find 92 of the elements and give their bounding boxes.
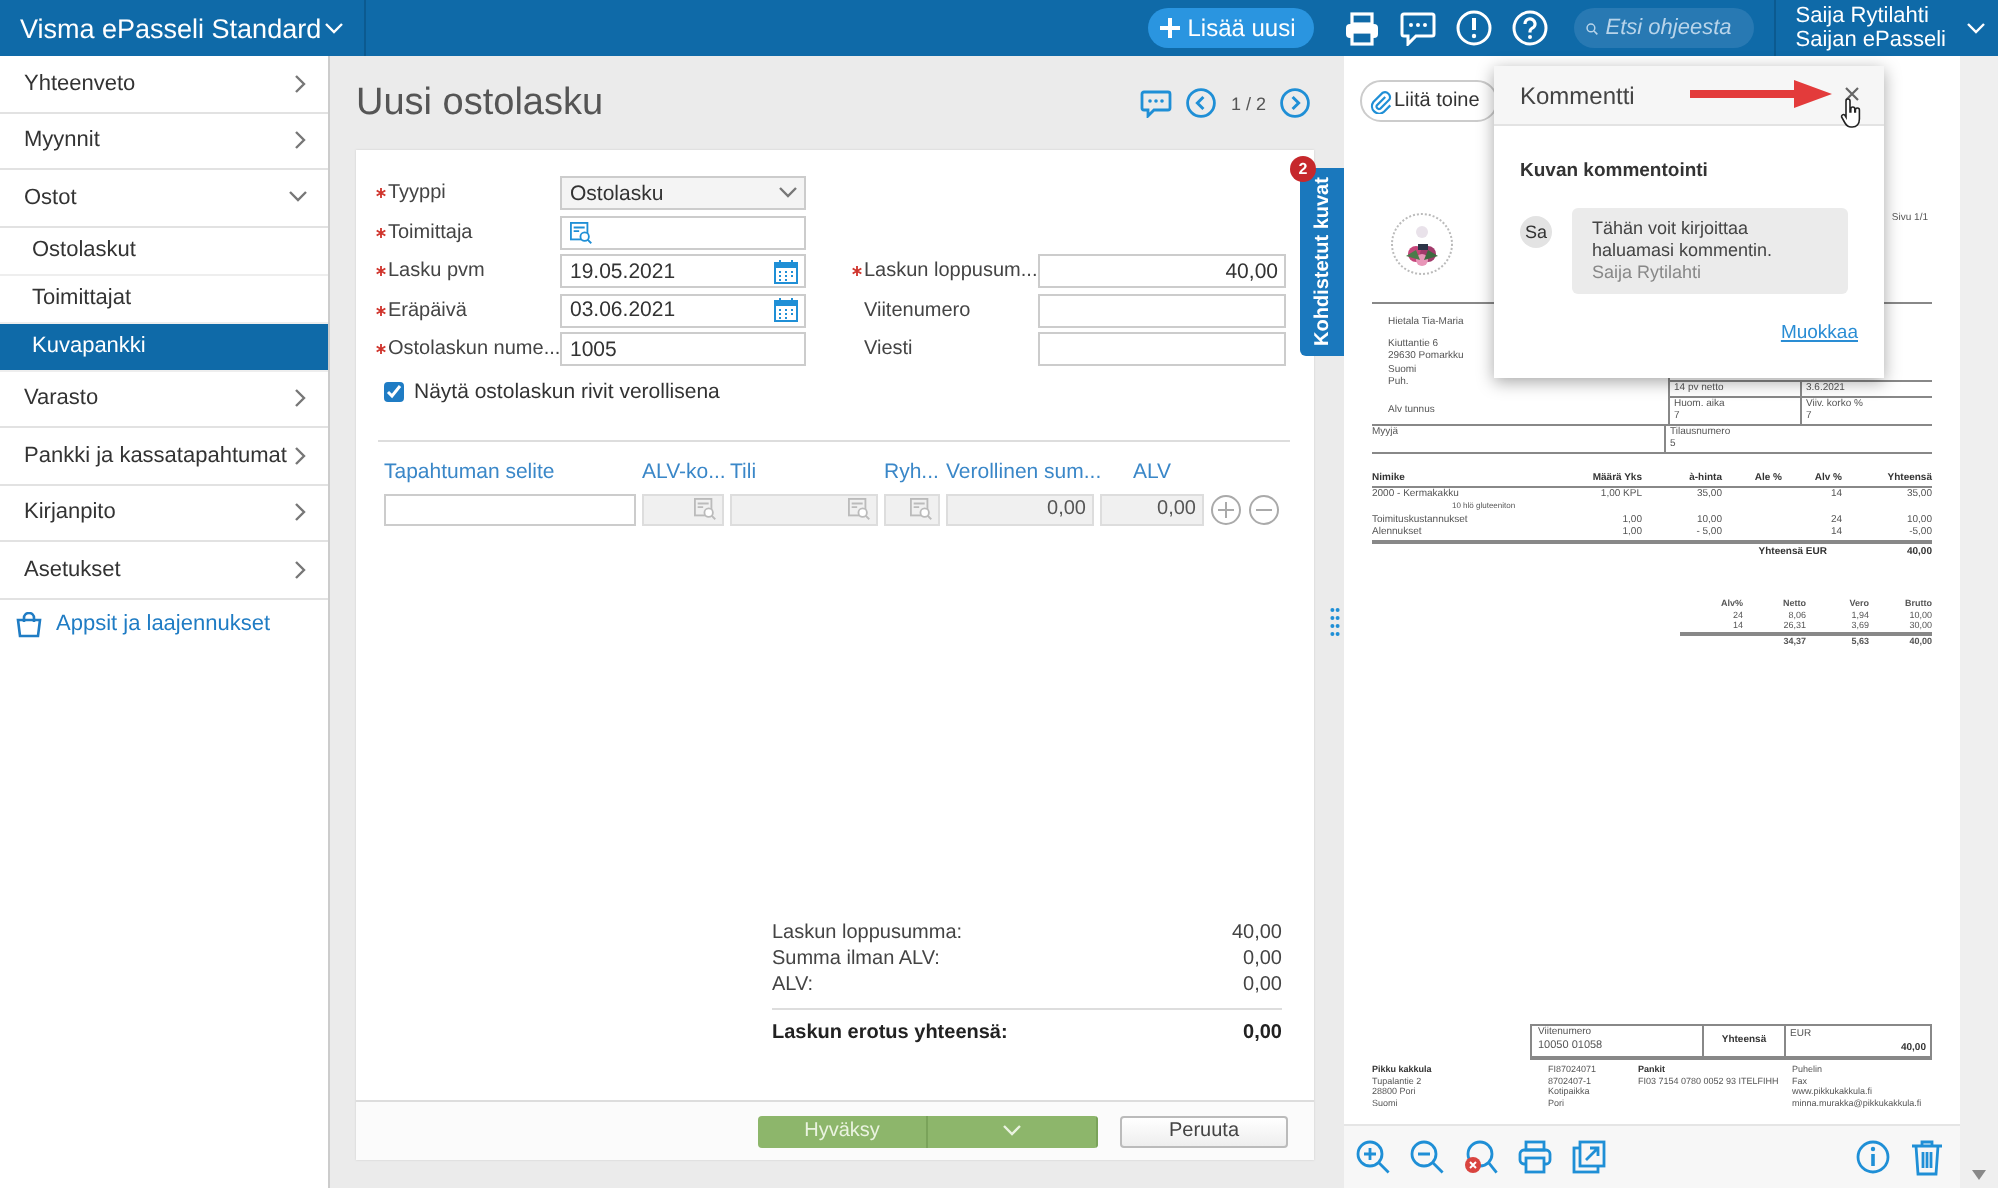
required-icon (376, 188, 386, 198)
calendar-icon[interactable] (774, 298, 798, 322)
expand-icon[interactable] (1572, 1140, 1606, 1174)
sidebar-subitem[interactable]: Ostolaskut (0, 227, 328, 275)
input-field[interactable]: 40,00 (1038, 254, 1286, 288)
total-value: 40,00 (1231, 920, 1282, 946)
date-field[interactable]: 19.05.2021 (560, 254, 806, 288)
total-label: ALV: (772, 972, 814, 998)
total-label: Summa ilman ALV: (772, 946, 940, 972)
input-field[interactable]: 1005 (560, 332, 806, 366)
count-badge: 2 (1290, 156, 1316, 182)
section-title: Kuvan kommentointi (1520, 160, 1710, 182)
sidebar-item[interactable]: Kirjanpito (0, 485, 328, 542)
user-name[interactable]: Saija Rytilahti (1795, 4, 1946, 28)
zoom-in-icon[interactable] (1356, 1140, 1390, 1174)
column-header: Tili (730, 457, 759, 487)
field-label: Viesti (862, 338, 915, 360)
input-field[interactable] (1038, 293, 1286, 327)
sidebar-item[interactable]: Asetukset (0, 542, 328, 599)
input-field[interactable] (560, 215, 806, 249)
plus-icon (1159, 18, 1180, 38)
field-label: Ostolaskun nume... (376, 338, 560, 360)
help-icon[interactable] (1511, 10, 1548, 46)
field-label: Viitenumero (862, 299, 973, 321)
attach-button[interactable]: Liitä toine (1360, 80, 1498, 122)
search-field[interactable]: Etsi ohjeesta (1573, 8, 1754, 48)
next-icon[interactable] (1280, 88, 1310, 118)
checkbox-label[interactable]: Näytä ostolaskun rivit verollisena (414, 379, 720, 403)
comment-icon[interactable] (1140, 89, 1173, 117)
total-value: 0,00 (1243, 1020, 1282, 1048)
print-icon[interactable] (1343, 11, 1380, 45)
extensions-link[interactable]: Appsit ja laajennukset (56, 612, 271, 636)
info-icon[interactable] (1856, 1140, 1890, 1174)
close-icon[interactable] (1844, 86, 1860, 102)
sidebar-item[interactable]: Yhteenveto (0, 56, 328, 113)
comment-author: Saija Rytilahti (1592, 262, 1704, 284)
bag-icon (16, 611, 42, 637)
scroll-down-icon[interactable] (1972, 1170, 1986, 1180)
total-label: Laskun erotus yhteensä: (772, 1020, 1008, 1048)
calendar-icon[interactable] (774, 259, 798, 283)
column-header: ALV (1130, 457, 1174, 487)
paperclip-icon (1370, 89, 1392, 113)
input-field[interactable] (1038, 332, 1286, 366)
lookup-icon[interactable] (570, 221, 592, 243)
page-title: Uusi ostolasku (356, 81, 604, 125)
popup-title: Kommentti (1520, 81, 1635, 109)
type-dropdown[interactable]: Ostolasku (560, 176, 806, 210)
chevron-icon (1966, 21, 1986, 35)
sidebar-item[interactable]: Myynnit (0, 113, 328, 170)
total-label: Laskun loppusumma: (772, 920, 963, 946)
trash-icon[interactable] (1910, 1139, 1944, 1175)
required-icon (376, 305, 386, 315)
sidebar-item[interactable]: Pankki ja kassatapahtumat (0, 428, 328, 485)
zoom-reset-icon[interactable] (1464, 1140, 1498, 1174)
page-counter: 1 / 2 (1230, 93, 1266, 113)
caret-icon (1002, 1124, 1022, 1138)
column-header: ALV-ko... (642, 457, 724, 487)
field-label: Laskun loppusum... (852, 260, 1038, 282)
sidebar-subitem[interactable]: Kuvapankki (0, 323, 328, 371)
field-label: Lasku pvm (376, 260, 560, 282)
field-label: Eräpäivä (376, 299, 560, 321)
column-header: Tapahtuman selite (384, 457, 557, 487)
date-field[interactable]: 03.06.2021 (560, 293, 806, 327)
remove-row-icon[interactable] (1248, 493, 1280, 525)
company-name[interactable]: Saijan ePasseli (1795, 28, 1946, 52)
field-label: Tyyppi (376, 182, 560, 204)
required-icon (852, 266, 862, 276)
search-icon (1585, 19, 1598, 37)
user-avatar: Sa (1520, 216, 1552, 248)
edit-link[interactable]: Muokkaa (1780, 322, 1858, 344)
sidebar-item[interactable]: Varasto (0, 371, 328, 428)
drag-handle-icon[interactable] (1330, 606, 1340, 638)
field-label: Toimittaja (376, 221, 560, 243)
column-header: Ryh... (884, 457, 940, 487)
total-value: 0,00 (1243, 972, 1282, 998)
chevron-icon (324, 21, 344, 35)
total-value: 0,00 (1243, 946, 1282, 972)
chevron-icon (778, 186, 798, 200)
app-title: Visma ePasseli Standard (20, 13, 322, 43)
checkbox[interactable] (384, 381, 404, 401)
required-icon (376, 344, 386, 354)
required-icon (376, 266, 386, 276)
comment-text: Tähän voit kirjoittaa haluamasi kommentin. (1592, 218, 1775, 262)
required-icon (376, 227, 386, 237)
input-field[interactable] (384, 493, 636, 525)
previous-icon[interactable] (1186, 88, 1217, 118)
add-row-icon[interactable] (1210, 493, 1242, 525)
sidebar-item[interactable]: Ostot (0, 170, 328, 227)
zoom-out-icon[interactable] (1410, 1140, 1444, 1174)
alert-icon[interactable] (1455, 10, 1492, 46)
cancel-button[interactable]: Peruuta (1120, 1115, 1288, 1147)
print-icon[interactable] (1518, 1140, 1552, 1174)
